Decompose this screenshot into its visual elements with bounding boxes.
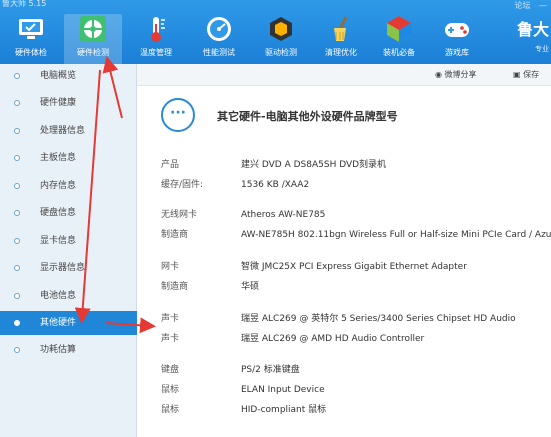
tool-cleanup[interactable]: 清理优化	[312, 14, 370, 64]
info-row: 鼠标 ELAN Input Device	[161, 385, 325, 395]
info-row: 制造商 华硕	[161, 282, 260, 292]
tool-label: 性能测试	[203, 48, 235, 57]
window-controls: 论坛 —	[508, 0, 547, 11]
info-row: 声卡 瑞昱 ALC269 @ AMD HD Audio Controller	[161, 334, 425, 344]
info-row: 缓存/固件: 1536 KB /XAA2	[161, 180, 310, 190]
tool-driver[interactable]: 驱动检测	[252, 14, 310, 64]
monitor-check-icon	[19, 19, 43, 39]
sidebar-item-health[interactable]: 硬件健康	[0, 91, 137, 115]
page-title: 其它硬件-电脑其他外设硬件品牌型号	[217, 110, 398, 123]
info-row: 网卡 智微 JMC25X PCI Express Gigabit Ethernet…	[161, 262, 467, 272]
info-row: 键盘 PS/2 标准键盘	[161, 365, 300, 375]
weibo-share-button[interactable]: ◉ 微博分享	[435, 69, 477, 80]
bullet-icon	[14, 320, 20, 326]
brand-logo-text: 鲁大	[516, 20, 549, 39]
sidebar-item-power[interactable]: 功耗估算	[0, 338, 137, 362]
thermometer-icon	[151, 17, 165, 42]
sidebar-item-graphics[interactable]: 显卡信息	[0, 229, 137, 253]
save-button[interactable]: ▣ 保存	[513, 69, 539, 80]
info-row: 鼠标 HID-compliant 鼠标	[161, 405, 327, 415]
info-row: 产品 建兴 DVD A DS8A5SH DVD刻录机	[161, 160, 387, 170]
sidebar: 电脑概览 硬件健康 处理器信息 主板信息 内存信息 硬盘信息 显卡信息 显示器信…	[0, 64, 137, 437]
tool-game-library[interactable]: 游戏库	[428, 14, 486, 64]
broom-icon	[334, 16, 348, 41]
main-content: ··· 其它硬件-电脑其他外设硬件品牌型号 产品 建兴 DVD A DS8A5SH…	[137, 86, 551, 437]
top-toolbar: 鲁大师 5.15 论坛 — 硬件体检 硬件检测 温度管理 性能测试 驱动检测 清…	[0, 0, 551, 64]
camera-icon: ▣	[513, 70, 521, 79]
bullet-icon	[14, 73, 20, 79]
forum-link[interactable]: 论坛	[514, 1, 530, 10]
gamepad-icon	[445, 23, 469, 37]
sidebar-item-other-hardware[interactable]: 其他硬件	[0, 311, 137, 335]
bullet-icon	[14, 293, 20, 299]
bullet-icon	[14, 238, 20, 244]
bullet-icon	[14, 265, 20, 271]
tool-label: 驱动检测	[265, 48, 297, 57]
bullet-icon	[14, 210, 20, 216]
sidebar-item-disk[interactable]: 硬盘信息	[0, 201, 137, 225]
speedometer-icon	[207, 17, 231, 41]
tool-label: 温度管理	[140, 48, 172, 57]
tool-label: 游戏库	[445, 48, 469, 57]
tool-label: 硬件检测	[77, 48, 109, 57]
sidebar-item-memory[interactable]: 内存信息	[0, 174, 137, 198]
bullet-icon	[14, 128, 20, 134]
content-toolbar: ◉ 微博分享 ▣ 保存	[137, 64, 551, 86]
info-row: 声卡 瑞昱 ALC269 @ 英特尔 5 Series/3400 Series C…	[161, 314, 516, 324]
tool-performance[interactable]: 性能测试	[190, 14, 248, 64]
tool-hardware-checkup[interactable]: 硬件体检	[2, 14, 60, 64]
weibo-icon: ◉	[435, 70, 442, 79]
tool-label: 装机必备	[383, 48, 415, 57]
install-cube-icon	[387, 16, 411, 42]
bullet-icon	[14, 183, 20, 189]
tool-hardware-detect[interactable]: 硬件检测	[64, 14, 122, 64]
sidebar-item-overview[interactable]: 电脑概览	[0, 64, 137, 88]
chip-fan-icon	[80, 16, 106, 42]
sidebar-item-cpu[interactable]: 处理器信息	[0, 119, 137, 143]
tool-install-essentials[interactable]: 装机必备	[370, 14, 428, 64]
bullet-icon	[14, 100, 20, 106]
info-row: 制造商 AW-NE785H 802.11bgn Wireless Full or …	[161, 230, 551, 240]
tool-label: 清理优化	[325, 48, 357, 57]
more-icon: ···	[161, 98, 195, 132]
sidebar-item-monitor[interactable]: 显示器信息	[0, 256, 137, 280]
info-row: 无线网卡 Atheros AW-NE785	[161, 210, 326, 220]
sidebar-item-motherboard[interactable]: 主板信息	[0, 146, 137, 170]
tool-label: 硬件体检	[15, 48, 47, 57]
driver-box-icon	[270, 17, 292, 41]
sidebar-item-battery[interactable]: 电池信息	[0, 284, 137, 308]
bullet-icon	[14, 155, 20, 161]
brand-subtitle: 专业	[535, 45, 549, 53]
app-title: 鲁大师 5.15	[2, 0, 47, 8]
minimize-button[interactable]: —	[539, 1, 547, 10]
bullet-icon	[14, 347, 20, 353]
tool-temperature[interactable]: 温度管理	[127, 14, 185, 64]
